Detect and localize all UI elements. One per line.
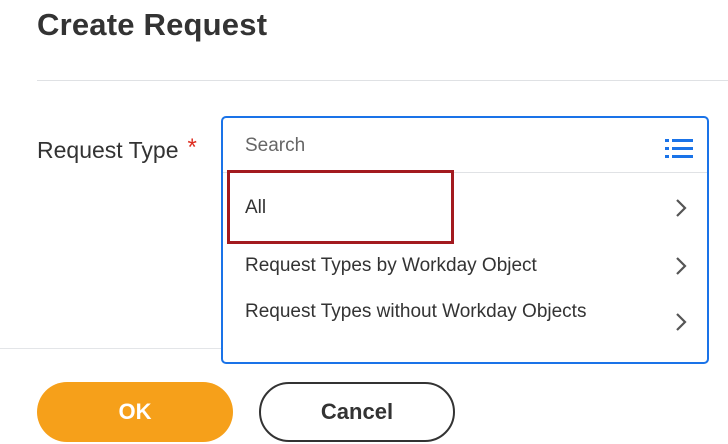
chevron-right-icon bbox=[676, 199, 687, 217]
menu-item-label: Request Types without Workday Objects bbox=[245, 301, 587, 322]
menu-item-request-types-by-workday-object[interactable]: Request Types by Workday Object bbox=[223, 252, 707, 280]
chevron-right-icon bbox=[676, 313, 687, 331]
request-type-prompt[interactable]: All Request Types by Workday Object Requ… bbox=[221, 116, 709, 364]
cancel-button[interactable]: Cancel bbox=[259, 382, 455, 442]
required-marker: * bbox=[187, 134, 197, 161]
list-icon[interactable] bbox=[665, 138, 693, 160]
page-title: Create Request bbox=[37, 7, 268, 42]
footer-divider bbox=[0, 348, 222, 349]
menu-item-request-types-without-workday-objects[interactable]: Request Types without Workday Objects bbox=[223, 298, 707, 331]
header-divider bbox=[37, 80, 728, 81]
request-type-field-label: Request Type * bbox=[37, 134, 197, 164]
ok-button[interactable]: OK bbox=[37, 382, 233, 442]
menu-item-label: All bbox=[245, 197, 267, 218]
request-type-label: Request Type bbox=[37, 136, 179, 163]
chevron-right-icon bbox=[676, 257, 687, 275]
create-request-page: Create Request Request Type * All bbox=[0, 0, 728, 444]
menu-item-all[interactable]: All bbox=[223, 194, 707, 222]
prompt-search-row bbox=[223, 118, 707, 174]
search-divider bbox=[223, 172, 707, 173]
search-input[interactable] bbox=[243, 128, 647, 164]
menu-item-label: Request Types by Workday Object bbox=[245, 255, 537, 276]
